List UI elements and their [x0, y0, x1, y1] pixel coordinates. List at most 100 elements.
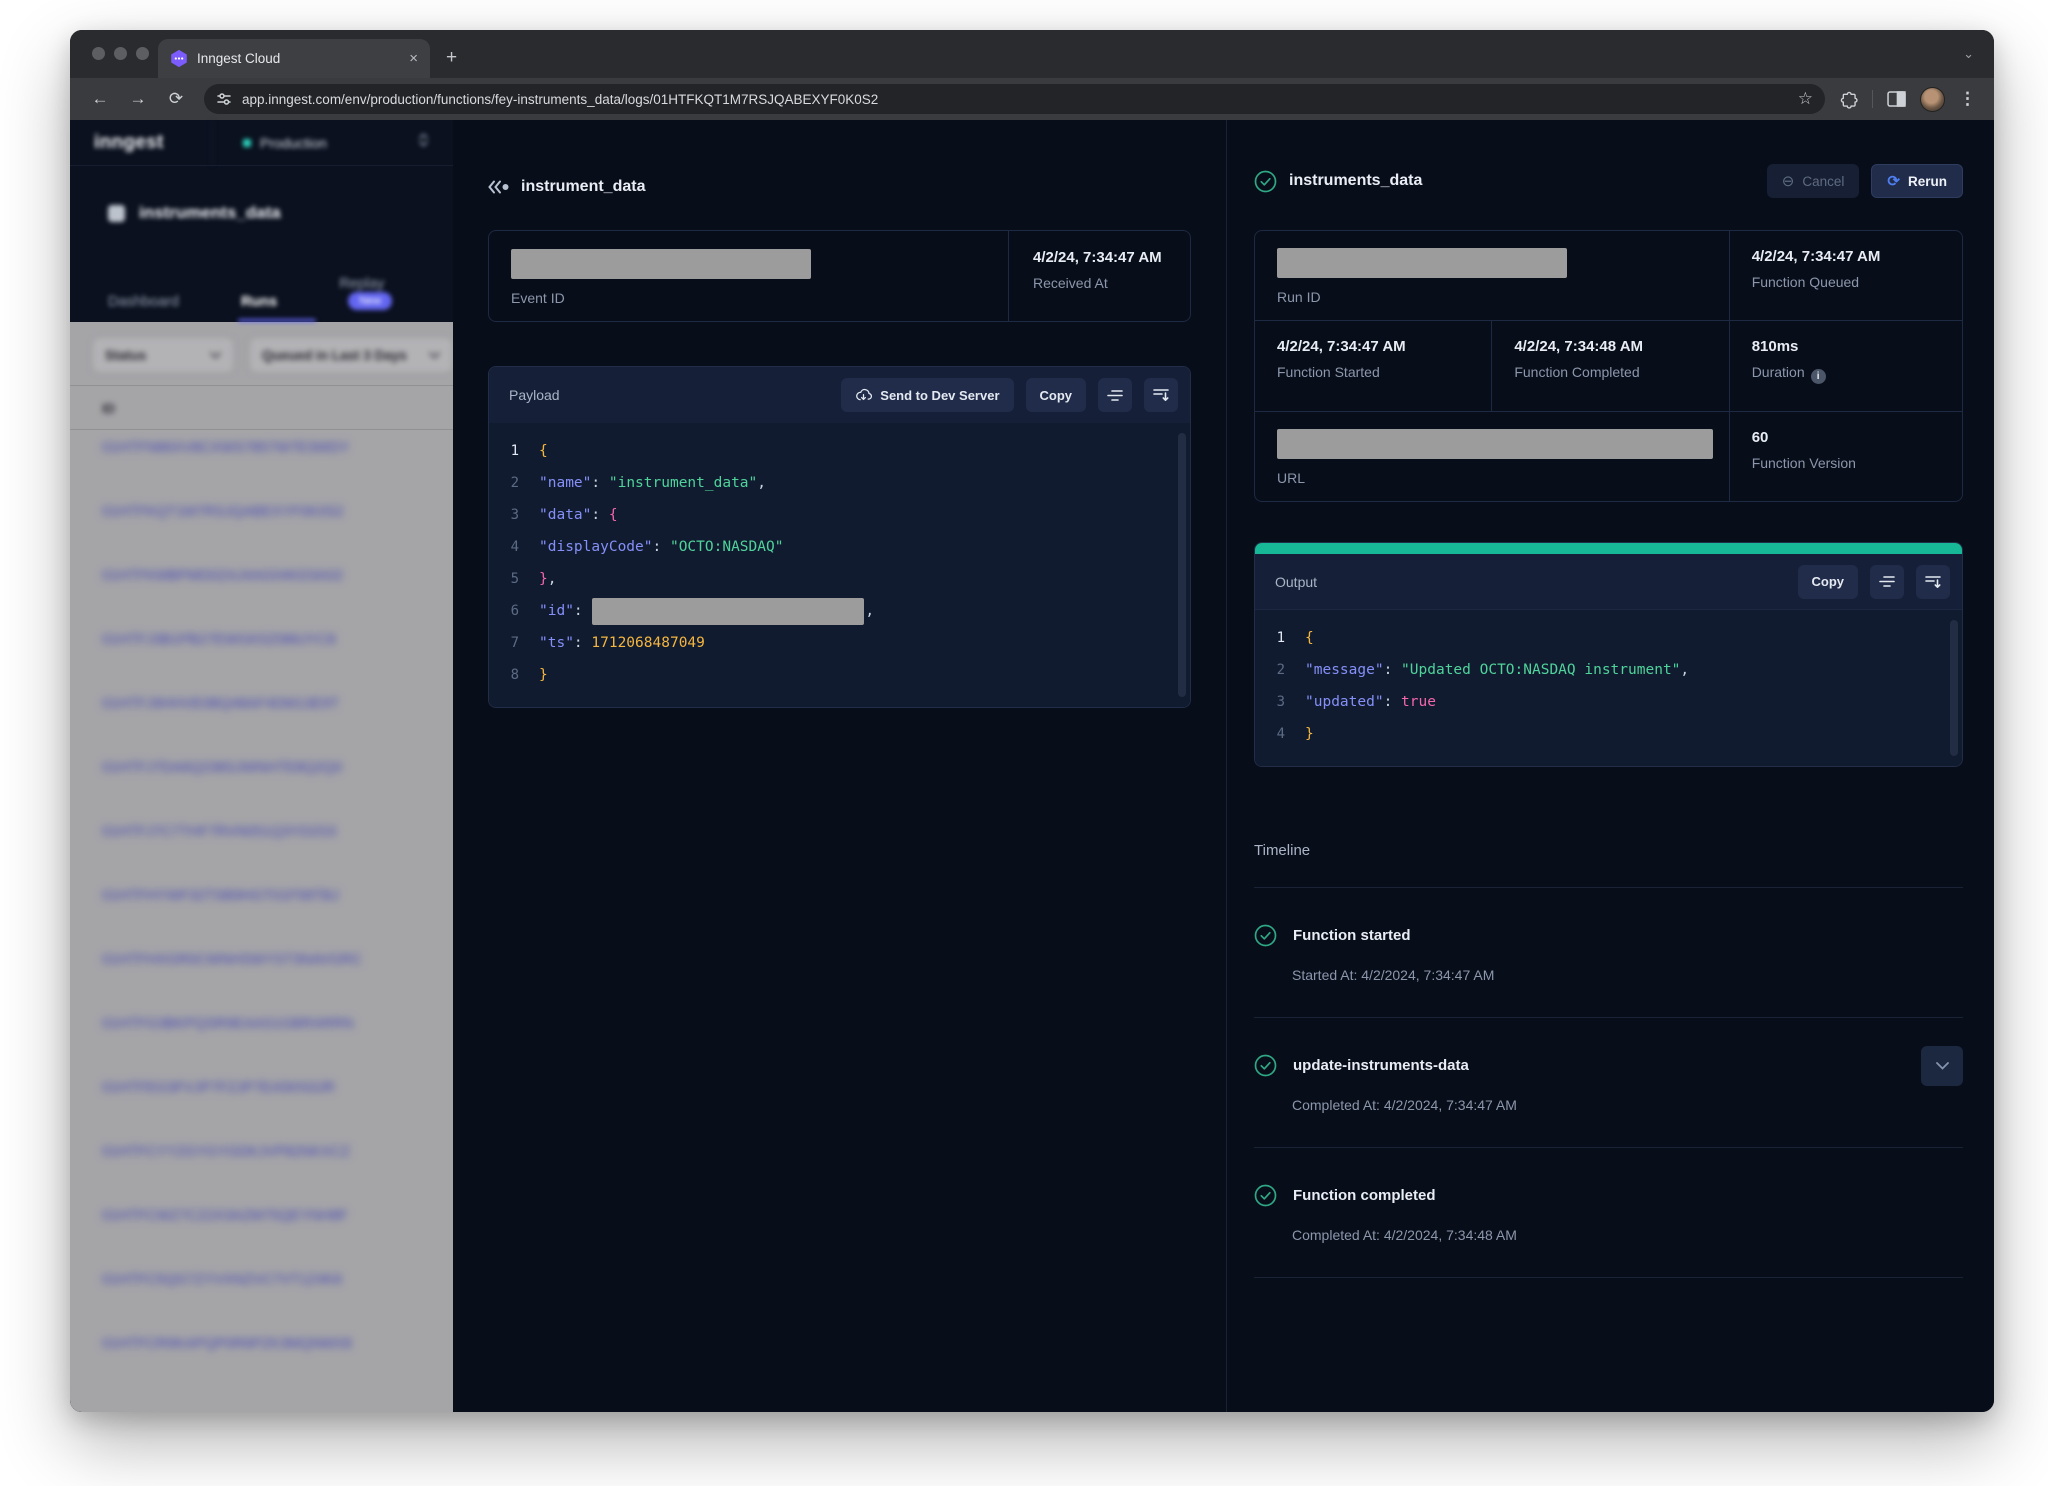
back-button[interactable]: ←	[84, 89, 116, 109]
profile-avatar[interactable]	[1920, 87, 1945, 112]
environment-name: Production	[260, 135, 327, 151]
window-controls[interactable]	[92, 47, 149, 60]
run-id-label: Run ID	[1277, 289, 1729, 305]
run-id-link[interactable]: 01HTFKQT1M7RSJQABEXYF0K0S2	[70, 494, 453, 558]
run-id-link[interactable]: 01HTFCWZ7CZ2X3AZM75QEYNH8F	[70, 1198, 453, 1262]
time-range-filter-dropdown[interactable]: Queued in Last 3 Days	[249, 337, 453, 373]
expand-lines-icon	[1925, 575, 1941, 589]
run-id-link[interactable]: 01HTFJ9HHVE0BQ48AF4DM13E9T	[70, 686, 453, 750]
reload-button[interactable]: ⟳	[160, 89, 192, 109]
code-line: 7 "ts": 1712068487049	[489, 627, 1190, 659]
run-title: instruments_data	[1289, 172, 1422, 190]
timeline-item: update-instruments-dataCompleted At: 4/2…	[1254, 1018, 1963, 1148]
extensions-icon[interactable]	[1839, 90, 1858, 109]
run-id-link[interactable]: 01HTFKMBPMD0ZAJ4AG04KD3A02	[70, 558, 453, 622]
payload-code[interactable]: 1{2 "name": "instrument_data",3 "data": …	[489, 423, 1190, 707]
function-header: instruments_data	[70, 166, 453, 238]
run-id-link[interactable]: 01HTFCYYZGYGYGDKJVP82NKXCZ	[70, 1134, 453, 1198]
payload-copy-button[interactable]: Copy	[1026, 378, 1087, 412]
inngest-logo[interactable]: inngest	[70, 120, 213, 165]
rerun-button[interactable]: ⟳ Rerun	[1871, 164, 1963, 198]
maximize-window-button[interactable]	[136, 47, 149, 60]
word-wrap-icon	[1107, 389, 1123, 402]
runs-list-panel: Status Queued in Last 3 Days ID 01HTFN86…	[70, 322, 453, 1412]
tab-title: Inngest Cloud	[197, 51, 400, 66]
function-version-label: Function Version	[1752, 455, 1962, 471]
environment-status-dot	[243, 139, 251, 147]
run-id-link[interactable]: 01HTFJ7C7THF7RVN051Q3YD2S3	[70, 814, 453, 878]
bookmark-star-icon[interactable]: ☆	[1798, 89, 1813, 109]
url-bar[interactable]: app.inngest.com/env/production/functions…	[204, 84, 1825, 114]
event-meta-card: Event ID 4/2/24, 7:34:47 AM Received At	[488, 230, 1191, 322]
inngest-favicon-icon	[170, 49, 188, 68]
code-line: 8}	[489, 659, 1190, 691]
timeline-expand-button[interactable]	[1921, 1046, 1963, 1086]
rerun-refresh-icon: ⟳	[1887, 172, 1900, 190]
tab-dashboard[interactable]: Dashboard	[108, 294, 179, 310]
url-text[interactable]: app.inngest.com/env/production/functions…	[242, 92, 1788, 107]
run-id-link[interactable]: 01HTFHXGR0CWNHSWYST3NAVGRC	[70, 942, 453, 1006]
browser-tab[interactable]: Inngest Cloud ×	[158, 39, 430, 78]
code-scrollbar[interactable]	[1178, 433, 1186, 697]
run-id-link[interactable]: 01HTFJ3B1PB27EWGK5Z086JYC8	[70, 622, 453, 686]
side-panel-icon[interactable]	[1887, 91, 1906, 107]
timeline-item-title: Function started	[1293, 927, 1411, 944]
timeline-item-subtitle: Completed At: 4/2/2024, 7:34:48 AM	[1292, 1227, 1963, 1243]
timeline-item: Function startedStarted At: 4/2/2024, 7:…	[1254, 888, 1963, 1018]
run-id-link[interactable]: 01HTFEG3FVJP7FZJP7EA5KN3JR	[70, 1070, 453, 1134]
tab-runs[interactable]: Runs	[241, 294, 277, 310]
environment-selector[interactable]: Production	[213, 135, 418, 151]
event-id-redacted	[511, 249, 811, 279]
code-line: 6 "id": ,	[489, 595, 1190, 627]
run-id-link[interactable]: 01HTFHYWF32TSB9HGT01F58TBJ	[70, 878, 453, 942]
output-expand-lines-button[interactable]	[1916, 565, 1950, 599]
replay-new-badge: New	[348, 292, 392, 310]
close-tab-icon[interactable]: ×	[409, 51, 418, 66]
environment-switch-chevrons-icon[interactable]	[418, 132, 453, 153]
line-number: 1	[1255, 630, 1305, 646]
forward-button[interactable]: →	[122, 89, 154, 109]
tab-replay[interactable]: ReplayNew	[339, 276, 392, 310]
word-wrap-button[interactable]	[1098, 378, 1132, 412]
status-filter-dropdown[interactable]: Status	[92, 337, 234, 373]
run-id-link[interactable]: 01HTFJ7DA6Q238SJWNHTE8Q2Q0	[70, 750, 453, 814]
run-id-link[interactable]: 01HTFCR9KAPQP0R6PZK3MQNMX8	[70, 1326, 453, 1390]
runs-filters: Status Queued in Last 3 Days	[70, 337, 453, 373]
code-scrollbar[interactable]	[1950, 620, 1958, 756]
output-code[interactable]: 1{2 "message": "Updated OCTO:NASDAQ inst…	[1255, 610, 1962, 766]
success-check-icon	[1254, 1184, 1277, 1207]
expand-lines-button[interactable]	[1144, 378, 1178, 412]
expand-lines-icon	[1153, 388, 1169, 402]
menu-dots-icon[interactable]: ⋮	[1959, 89, 1976, 109]
output-title: Output	[1275, 574, 1786, 590]
run-id-link[interactable]: 01HTFN86XV8CXWS7857W7E3WDY	[70, 430, 453, 494]
event-id-label: Event ID	[511, 290, 1008, 306]
run-id-link[interactable]: 01HTFG3BKPQSR9EAAS1GBRARRN	[70, 1006, 453, 1070]
browser-tabstrip: Inngest Cloud × + ⌄	[70, 30, 1994, 78]
payload-card: Payload Send to Dev Server Copy	[488, 366, 1191, 708]
code-line: 1{	[489, 435, 1190, 467]
toolbar-divider	[1872, 90, 1873, 108]
cancel-button[interactable]: ⊖ Cancel	[1767, 164, 1860, 198]
run-panel: instruments_data ⊖ Cancel ⟳ Rerun	[1226, 120, 1994, 1412]
code-line: 5 },	[489, 563, 1190, 595]
site-info-icon[interactable]	[216, 91, 232, 107]
function-tabs: Dashboard Runs ReplayNew	[70, 238, 453, 322]
send-to-dev-server-button[interactable]: Send to Dev Server	[841, 378, 1013, 412]
run-meta-card: Run ID 4/2/24, 7:34:47 AM Function Start…	[1254, 230, 1963, 502]
active-tab-underline	[238, 319, 316, 322]
close-window-button[interactable]	[92, 47, 105, 60]
environment-bar: inngest Production	[70, 120, 453, 166]
run-id-link[interactable]: 01HTFC5QG7ZYVXNZVC7VT1Z4K6	[70, 1262, 453, 1326]
minimize-window-button[interactable]	[114, 47, 127, 60]
line-number: 1	[489, 443, 539, 459]
run-id-list: 01HTFN86XV8CXWS7857W7E3WDY01HTFKQT1M7RSJ…	[70, 430, 453, 1390]
duration-label: Durationi	[1752, 364, 1962, 384]
output-word-wrap-button[interactable]	[1870, 565, 1904, 599]
tab-search-chevron-icon[interactable]: ⌄	[1963, 46, 1974, 62]
code-line: 1{	[1255, 622, 1962, 654]
new-tab-button[interactable]: +	[446, 47, 457, 69]
output-copy-button[interactable]: Copy	[1798, 565, 1859, 599]
info-icon[interactable]: i	[1811, 369, 1826, 384]
timeline-item-title: update-instruments-data	[1293, 1057, 1469, 1074]
